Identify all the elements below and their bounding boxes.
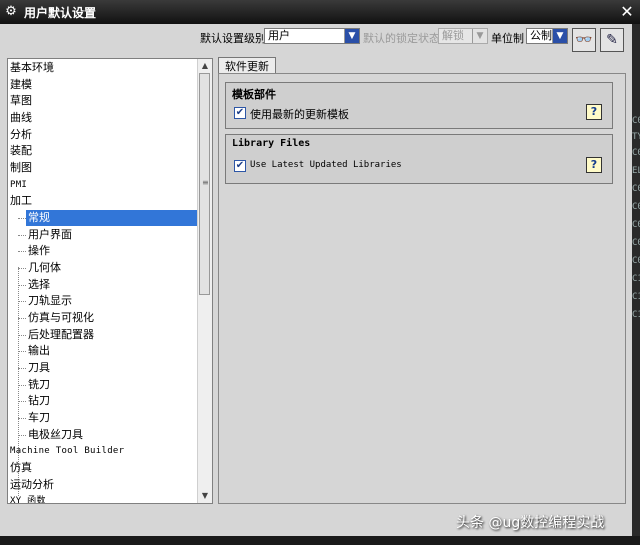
side-fragment: EL [632,166,640,176]
window-title: 用户默认设置 [24,6,97,20]
tree-connector [18,401,26,402]
unit-select[interactable]: 公制 ▼ [526,28,568,44]
tree-item-basic-env[interactable]: 基本环境 [8,60,200,76]
chevron-down-icon: ▼ [552,29,567,43]
default-level-value: 用户 [268,29,290,42]
side-fragment: C0 [632,148,640,158]
tree-connector [18,218,26,219]
group-title: Library Files [232,138,311,149]
side-fragment: C1 [632,310,640,320]
tree-connector [18,251,26,252]
tree-connector [18,235,26,236]
dialog-body: 默认设置级别 用户 ▼ 默认的锁定状态 解锁 ▼ 单位制 公制 ▼ 👓 ✎ 基本… [0,24,633,536]
tree-connector [18,418,26,419]
default-level-label: 默认设置级别 [200,32,266,45]
tree-item-drafting[interactable]: 制图 [8,160,200,176]
side-fragment: C0 [632,220,640,230]
scroll-thumb[interactable]: ≡ [199,73,210,295]
tree-item-wire-tool[interactable]: 电极丝刀具 [26,427,202,443]
tree-connector [18,385,26,386]
help-icon[interactable]: ? [586,157,602,173]
help-icon[interactable]: ? [586,104,602,120]
tree-item-user-interface[interactable]: 用户界面 [26,227,202,243]
scroll-down-icon[interactable]: ▼ [198,489,212,503]
tree-item-selection[interactable]: 选择 [26,277,202,293]
group-title: 模板部件 [232,88,276,101]
tree-item-simulation-visualization[interactable]: 仿真与可视化 [26,310,202,326]
tree-connector [18,351,26,352]
scroll-up-icon[interactable]: ▲ [198,59,212,73]
tree-connector [18,335,26,336]
side-fragment: C0 [632,238,640,248]
tree-item-mill-tool[interactable]: 铣刀 [26,377,202,393]
chevron-down-icon: ▼ [344,29,359,43]
title-bar: ⚙ 用户默认设置 ✕ [0,0,640,24]
tree-item-sketch[interactable]: 草图 [8,93,200,109]
tree-item-turn-tool[interactable]: 车刀 [26,410,202,426]
tree-item-motion[interactable]: 运动分析 [8,477,200,493]
library-files-group: Library Files ✔ Use Latest Updated Libra… [225,134,613,184]
tree-connector [18,301,26,302]
gear-icon: ⚙ [5,4,17,19]
side-fragment: C0 [632,116,640,126]
use-latest-libraries-checkbox[interactable]: ✔ [234,160,246,172]
tree-item-operation[interactable]: 操作 [26,243,202,259]
tree-item-curve[interactable]: 曲线 [8,110,200,126]
settings-panel: 模板部件 ✔ 使用最新的更新模板 ? Library Files ✔ Use L… [218,73,626,504]
lock-state-value: 解锁 [442,29,464,42]
side-fragment: C1 [632,274,640,284]
bottom-edge [0,536,640,545]
tree-item-tool[interactable]: 刀具 [26,360,202,376]
watermark: 头条 @ug数控编程实战 [456,515,605,531]
tree-item-machine-tool-builder[interactable]: Machine Tool Builder [8,443,200,459]
tree-item-analysis[interactable]: 分析 [8,127,200,143]
tree-item-general[interactable]: 常规 [26,210,202,226]
tree-item-toolpath-display[interactable]: 刀轨显示 [26,293,202,309]
tree-scrollbar[interactable]: ▲ ≡ ▼ [197,59,212,503]
tree-item-post-configurator[interactable]: 后处理配置器 [26,327,202,343]
side-fragment: C0 [632,202,640,212]
binoculars-icon: 👓 [575,32,593,48]
chevron-down-icon: ▼ [472,29,487,43]
lock-state-label: 默认的锁定状态 [363,32,440,45]
tree-item-geometry[interactable]: 几何体 [26,260,202,276]
tree-item-xy-function[interactable]: XY 函数 [8,493,200,503]
unit-value: 公制 [530,29,552,42]
side-fragment: C1 [632,292,640,302]
use-latest-templates-checkbox[interactable]: ✔ [234,107,246,119]
tree-connector [18,368,26,369]
default-level-select[interactable]: 用户 ▼ [264,28,360,44]
tree-item-assembly[interactable]: 装配 [8,143,200,159]
template-parts-group: 模板部件 ✔ 使用最新的更新模板 ? [225,82,613,129]
tree-item-modeling[interactable]: 建模 [8,77,200,93]
background-window-edge: C0 TY C0 EL C0 C0 C0 C0 C0 C1 C1 C1 [632,24,640,536]
side-fragment: C0 [632,184,640,194]
tree-item-output[interactable]: 输出 [26,343,202,359]
manage-current-settings-button[interactable]: ✎ [600,28,624,52]
lock-state-select: 解锁 ▼ [438,28,488,44]
tree-item-pmi[interactable]: PMI [8,177,200,193]
use-latest-templates-label: 使用最新的更新模板 [250,108,349,121]
grip-icon: ≡ [202,178,209,187]
use-latest-libraries-label: Use Latest Updated Libraries [250,160,402,170]
category-tree[interactable]: 基本环境 建模 草图 曲线 分析 装配 制图 PMI 加工 常规 用户界面 操作… [7,58,213,504]
find-default-button[interactable]: 👓 [572,28,596,52]
side-fragment: TY [632,132,640,142]
close-icon[interactable]: ✕ [618,3,636,21]
tree-item-manufacturing[interactable]: 加工 [8,193,200,209]
tree-item-simulation[interactable]: 仿真 [8,460,200,476]
tree-item-drill-tool[interactable]: 钻刀 [26,393,202,409]
side-fragment: C0 [632,256,640,266]
tree-connector [18,268,26,269]
tree-connector [18,435,26,436]
manage-icon: ✎ [606,32,618,48]
unit-label: 单位制 [491,32,524,45]
tree-connector [18,318,26,319]
tree-connector [18,285,26,286]
